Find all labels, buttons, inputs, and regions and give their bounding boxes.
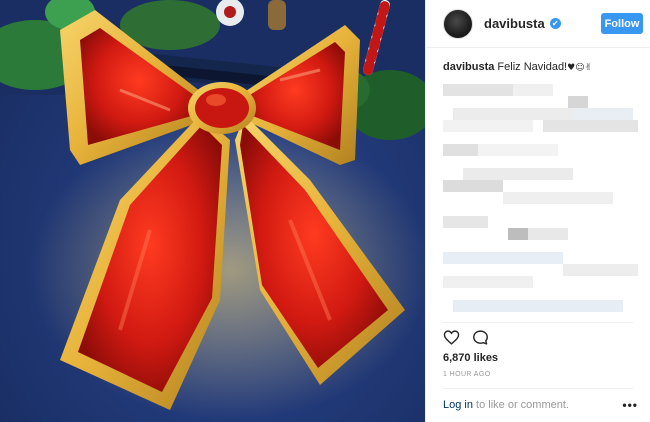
like-count[interactable]: 6,870 likes bbox=[443, 352, 498, 364]
divider bbox=[443, 388, 633, 389]
blurred-comments bbox=[443, 78, 643, 318]
verified-badge-icon: ✔ bbox=[549, 18, 561, 29]
divider bbox=[443, 322, 633, 323]
caption-emoji: ♥☺✌ bbox=[567, 63, 593, 73]
avatar[interactable] bbox=[443, 8, 473, 39]
post-sidebar: davibusta ✔ Follow davibusta Feliz Navid… bbox=[425, 0, 650, 422]
speech-bubble-icon[interactable] bbox=[472, 329, 489, 346]
more-options-icon[interactable]: ••• bbox=[622, 398, 638, 412]
post-header: davibusta ✔ Follow bbox=[426, 0, 650, 48]
post-actions bbox=[443, 329, 489, 346]
login-link[interactable]: Log in bbox=[443, 399, 473, 411]
follow-button[interactable]: Follow bbox=[601, 13, 643, 34]
christmas-bow-image bbox=[0, 0, 425, 420]
username-link[interactable]: davibusta bbox=[484, 16, 545, 31]
login-prompt-text: to like or comment. bbox=[472, 399, 569, 411]
post-caption: davibusta Feliz Navidad!♥☺✌ bbox=[443, 60, 643, 75]
login-prompt: Log in to like or comment. bbox=[443, 399, 569, 411]
heart-outline-icon[interactable] bbox=[443, 329, 460, 346]
caption-username-link[interactable]: davibusta bbox=[443, 61, 494, 73]
post-photo bbox=[0, 0, 425, 422]
caption-text: Feliz Navidad! bbox=[497, 61, 568, 73]
post-timestamp[interactable]: 1 HOUR AGO bbox=[443, 371, 491, 378]
